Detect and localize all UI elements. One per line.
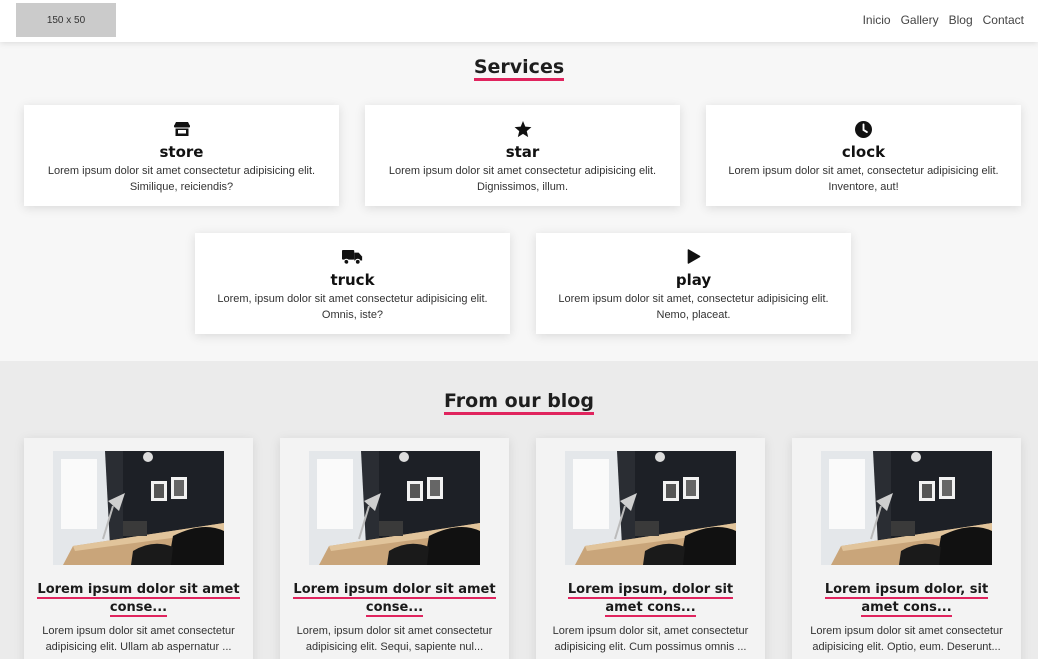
service-card-clock: clock Lorem ipsum dolor sit amet, consec…	[706, 105, 1021, 206]
blog-post-card[interactable]: Lorem ipsum dolor sit amet conse... Lore…	[24, 438, 253, 659]
blog-post-image[interactable]	[821, 451, 992, 565]
service-card-title: clock	[841, 143, 886, 161]
blog-post-excerpt: Lorem, ipsum dolor sit amet consectetur …	[296, 625, 493, 653]
main-nav: Inicio Gallery Blog Contact	[863, 13, 1024, 27]
blog-section: From our blog Lorem ipsum dolor sit amet…	[0, 361, 1038, 659]
service-card-star: star Lorem ipsum dolor sit amet consecte…	[365, 105, 680, 206]
blog-post-card[interactable]: Lorem ipsum, dolor sit amet cons... Lore…	[536, 438, 765, 659]
store-icon	[24, 121, 339, 139]
logo-placeholder[interactable]: 150 x 50	[16, 3, 116, 37]
service-card-truck: truck Lorem, ipsum dolor sit amet consec…	[195, 233, 510, 334]
blog-post-card[interactable]: Lorem ipsum dolor sit amet conse... Lore…	[280, 438, 509, 659]
blog-title: From our blog	[0, 390, 1038, 415]
services-section: Services store Lorem ipsum dolor sit ame…	[0, 42, 1038, 361]
services-title: Services	[0, 56, 1038, 81]
site-header: 150 x 50 Inicio Gallery Blog Contact	[0, 0, 1038, 42]
blog-post-title[interactable]: Lorem ipsum dolor sit amet conse...	[292, 581, 497, 617]
service-card-desc: Lorem ipsum dolor sit amet, consectetur …	[728, 165, 999, 193]
play-icon	[536, 249, 851, 267]
service-card-store: store Lorem ipsum dolor sit amet consect…	[24, 105, 339, 206]
blog-post-image[interactable]	[53, 451, 224, 565]
service-card-desc: Lorem ipsum dolor sit amet, consectetur …	[558, 293, 829, 321]
service-card-desc: Lorem, ipsum dolor sit amet consectetur …	[217, 293, 488, 321]
service-card-title: star	[505, 143, 540, 161]
blog-post-image[interactable]	[309, 451, 480, 565]
service-card-play: play Lorem ipsum dolor sit amet, consect…	[536, 233, 851, 334]
service-card-desc: Lorem ipsum dolor sit amet consectetur a…	[47, 165, 316, 193]
nav-link-blog[interactable]: Blog	[949, 13, 973, 27]
service-card-title: store	[159, 143, 204, 161]
blog-post-card[interactable]: Lorem ipsum dolor, sit amet cons... Lore…	[792, 438, 1021, 659]
blog-post-title[interactable]: Lorem ipsum dolor, sit amet cons...	[804, 581, 1009, 617]
clock-icon	[706, 121, 1021, 139]
blog-post-excerpt: Lorem ipsum dolor sit, amet consectetur …	[552, 625, 749, 653]
service-card-desc: Lorem ipsum dolor sit amet consectetur a…	[388, 165, 657, 193]
truck-icon	[195, 249, 510, 267]
blog-post-excerpt: Lorem ipsum dolor sit amet consectetur a…	[42, 625, 235, 653]
blog-post-image[interactable]	[565, 451, 736, 565]
nav-link-contact[interactable]: Contact	[983, 13, 1024, 27]
blog-post-title[interactable]: Lorem ipsum dolor sit amet conse...	[36, 581, 241, 617]
service-card-title: truck	[330, 271, 375, 289]
nav-link-inicio[interactable]: Inicio	[863, 13, 891, 27]
star-icon	[365, 121, 680, 139]
service-card-title: play	[675, 271, 712, 289]
blog-post-title[interactable]: Lorem ipsum, dolor sit amet cons...	[548, 581, 753, 617]
blog-post-excerpt: Lorem ipsum dolor sit amet consectetur a…	[810, 625, 1003, 653]
nav-link-gallery[interactable]: Gallery	[901, 13, 939, 27]
